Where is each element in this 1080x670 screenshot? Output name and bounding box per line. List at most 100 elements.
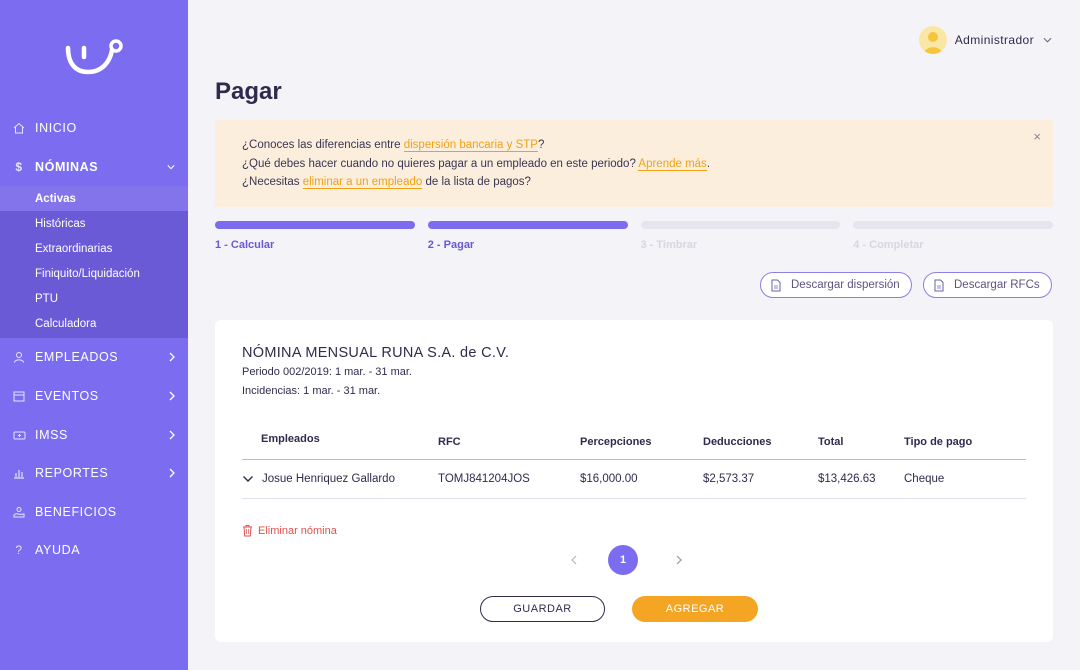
info-alert: ¿Conoces las diferencias entre dispersió… bbox=[215, 120, 1053, 207]
page-title: Pagar bbox=[215, 78, 282, 105]
sidebar-item-beneficios[interactable]: BENEFICIOS bbox=[0, 493, 188, 532]
sidebar-item-label: REPORTES bbox=[35, 466, 109, 481]
trash-icon bbox=[243, 525, 252, 537]
sidebar-item-label: IMSS bbox=[35, 427, 68, 442]
alert-line-1: ¿Conoces las diferencias entre dispersió… bbox=[242, 139, 545, 152]
pagination: 1 bbox=[570, 545, 683, 575]
payroll-period: Periodo 002/2019: 1 mar. - 31 mar. bbox=[242, 366, 412, 378]
alert-line-3: ¿Necesitas eliminar a un empleado de la … bbox=[242, 176, 531, 189]
link-dispersion-stp[interactable]: dispersión bancaria y STP bbox=[403, 139, 538, 152]
chevron-down-icon bbox=[167, 164, 175, 170]
chevron-right-icon bbox=[169, 468, 175, 478]
chevron-down-icon bbox=[1043, 37, 1052, 43]
cell-tipo-pago: Cheque bbox=[904, 473, 945, 485]
step-label: 4 - Completar bbox=[853, 239, 924, 251]
user-menu[interactable]: Administrador bbox=[918, 26, 1052, 54]
add-button[interactable]: AGREGAR bbox=[632, 596, 758, 622]
step-completar: 4 - Completar bbox=[853, 221, 1053, 251]
download-rfcs-label: Descargar RFCs bbox=[954, 279, 1040, 291]
chevron-down-icon[interactable] bbox=[242, 475, 254, 483]
chevron-right-icon bbox=[169, 430, 175, 440]
cell-rfc: TOMJ841204JOS bbox=[438, 473, 530, 485]
col-tipo-pago: Tipo de pago bbox=[904, 435, 973, 448]
home-icon bbox=[12, 121, 26, 135]
step-label: 1 - Calcular bbox=[215, 239, 275, 251]
step-label: 3 - Timbrar bbox=[640, 239, 698, 251]
sidebar-subitem-ptu[interactable]: PTU bbox=[0, 286, 188, 311]
step-calcular[interactable]: 1 - Calcular bbox=[215, 221, 415, 251]
health-card-icon bbox=[12, 428, 26, 442]
col-rfc: RFC bbox=[438, 435, 461, 448]
alert-line-2: ¿Qué debes hacer cuando no quieres pagar… bbox=[242, 157, 711, 171]
sidebar-nav: INICIO $ NÓMINAS Activas Históricas Extr… bbox=[0, 109, 188, 570]
step-bar bbox=[853, 221, 1053, 229]
payroll-title: NÓMINA MENSUAL RUNA S.A. de C.V. bbox=[242, 345, 510, 361]
step-pagar[interactable]: 2 - Pagar bbox=[427, 221, 628, 251]
runa-logo-icon[interactable] bbox=[62, 36, 126, 80]
download-rfcs-button[interactable]: Descargar RFCs bbox=[923, 272, 1052, 298]
question-icon: ? bbox=[15, 543, 23, 558]
chevron-left-icon[interactable] bbox=[570, 555, 578, 565]
user-icon bbox=[12, 350, 26, 364]
col-total: Total bbox=[818, 435, 844, 448]
sidebar-item-reportes[interactable]: REPORTES bbox=[0, 454, 188, 493]
document-icon bbox=[771, 279, 781, 291]
page-number-current[interactable]: 1 bbox=[608, 545, 638, 575]
payroll-incidencias: Incidencias: 1 mar. - 31 mar. bbox=[242, 385, 381, 397]
cell-empleado: Josue Henriquez Gallardo bbox=[242, 473, 438, 485]
progress-steps: 1 - Calcular 2 - Pagar 3 - Timbrar 4 - C… bbox=[215, 221, 1053, 251]
dollar-icon: $ bbox=[15, 159, 23, 174]
chevron-right-icon[interactable] bbox=[675, 555, 683, 565]
sidebar-subitem-finiquito[interactable]: Finiquito/Liquidación bbox=[0, 261, 188, 286]
step-timbrar: 3 - Timbrar bbox=[640, 221, 841, 251]
cell-percepciones: $16,000.00 bbox=[580, 473, 638, 485]
sidebar-item-label: NÓMINAS bbox=[35, 159, 99, 174]
sidebar-subitem-extraordinarias[interactable]: Extraordinarias bbox=[0, 236, 188, 261]
col-empleados: Empleados bbox=[261, 433, 320, 445]
step-bar bbox=[640, 221, 841, 229]
table-row[interactable]: Josue Henriquez Gallardo TOMJ841204JOS $… bbox=[242, 460, 1026, 499]
sidebar-item-label: INICIO bbox=[35, 121, 77, 136]
sidebar-item-label: EVENTOS bbox=[35, 389, 99, 404]
user-name: Administrador bbox=[954, 33, 1034, 47]
sidebar-item-nominas[interactable]: $ NÓMINAS bbox=[0, 148, 188, 187]
calendar-icon bbox=[12, 389, 26, 403]
close-icon[interactable]: × bbox=[1033, 128, 1041, 147]
chevron-right-icon bbox=[169, 391, 175, 401]
sidebar-subitem-calculadora[interactable]: Calculadora bbox=[0, 311, 188, 336]
sidebar-item-label: AYUDA bbox=[35, 543, 81, 558]
sidebar-subitem-activas[interactable]: Activas bbox=[0, 186, 188, 212]
sidebar: INICIO $ NÓMINAS Activas Históricas Extr… bbox=[0, 0, 188, 670]
sidebar-item-ayuda[interactable]: ? AYUDA bbox=[0, 531, 188, 570]
sidebar-item-empleados[interactable]: EMPLEADOS bbox=[0, 338, 188, 377]
cell-deducciones: $2,573.37 bbox=[703, 473, 755, 485]
delete-payroll-label: Eliminar nómina bbox=[258, 524, 337, 537]
col-percepciones: Percepciones bbox=[580, 435, 652, 448]
sidebar-item-inicio[interactable]: INICIO bbox=[0, 109, 188, 148]
sidebar-item-imss[interactable]: IMSS bbox=[0, 415, 188, 454]
chevron-right-icon bbox=[169, 353, 175, 362]
avatar bbox=[918, 26, 947, 54]
sidebar-item-eventos[interactable]: EVENTOS bbox=[0, 377, 188, 416]
employee-name: Josue Henriquez Gallardo bbox=[262, 473, 395, 485]
nominas-submenu: Activas Históricas Extraordinarias Finiq… bbox=[0, 186, 188, 339]
cell-total: $13,426.63 bbox=[818, 473, 876, 485]
sidebar-item-label: EMPLEADOS bbox=[35, 350, 119, 365]
payroll-table: Empleados RFC Percepciones Deducciones T… bbox=[242, 424, 1026, 499]
delete-payroll-button[interactable]: Eliminar nómina bbox=[242, 524, 337, 537]
step-bar bbox=[427, 221, 628, 229]
step-bar bbox=[215, 221, 415, 229]
document-icon bbox=[934, 279, 944, 291]
hand-benefit-icon bbox=[12, 505, 26, 519]
step-label: 2 - Pagar bbox=[427, 239, 475, 251]
download-dispersion-button[interactable]: Descargar dispersión bbox=[760, 272, 912, 298]
col-deducciones: Deducciones bbox=[703, 435, 772, 448]
link-eliminar-empleado[interactable]: eliminar a un empleado bbox=[302, 176, 423, 189]
save-button[interactable]: GUARDAR bbox=[480, 596, 605, 622]
link-aprende-mas[interactable]: Aprende más bbox=[638, 157, 707, 171]
payroll-card: NÓMINA MENSUAL RUNA S.A. de C.V. Periodo… bbox=[215, 320, 1053, 642]
sidebar-subitem-historicas[interactable]: Históricas bbox=[0, 211, 188, 236]
bar-chart-icon bbox=[12, 466, 26, 480]
table-header: Empleados RFC Percepciones Deducciones T… bbox=[242, 424, 1026, 460]
download-dispersion-label: Descargar dispersión bbox=[791, 279, 900, 291]
